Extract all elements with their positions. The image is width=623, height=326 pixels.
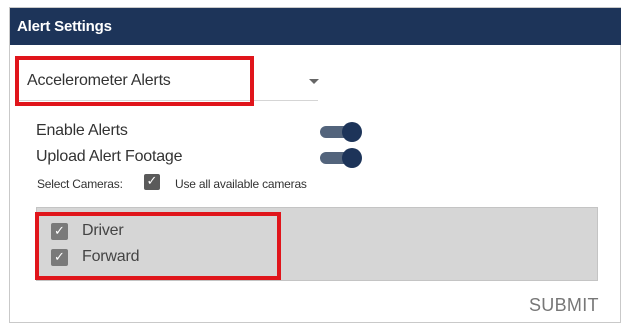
panel-header: Alert Settings [10, 8, 621, 45]
use-all-cameras-label: Use all available cameras [175, 177, 307, 191]
toggle-thumb [342, 122, 362, 142]
highlight-box-alert-type [15, 56, 254, 106]
check-icon: ✓ [146, 174, 158, 189]
highlight-box-cameras [35, 212, 281, 280]
upload-footage-toggle[interactable] [320, 147, 362, 168]
header-title: Alert Settings [17, 18, 112, 35]
enable-alerts-toggle[interactable] [320, 121, 362, 142]
use-all-cameras-checkbox[interactable]: ✓ [144, 174, 160, 190]
enable-alerts-label: Enable Alerts [36, 122, 128, 139]
caret-down-icon[interactable] [309, 79, 319, 84]
upload-footage-label: Upload Alert Footage [36, 148, 183, 165]
toggle-thumb [342, 148, 362, 168]
select-cameras-label: Select Cameras: [37, 177, 123, 191]
submit-button[interactable]: SUBMIT [529, 295, 599, 316]
